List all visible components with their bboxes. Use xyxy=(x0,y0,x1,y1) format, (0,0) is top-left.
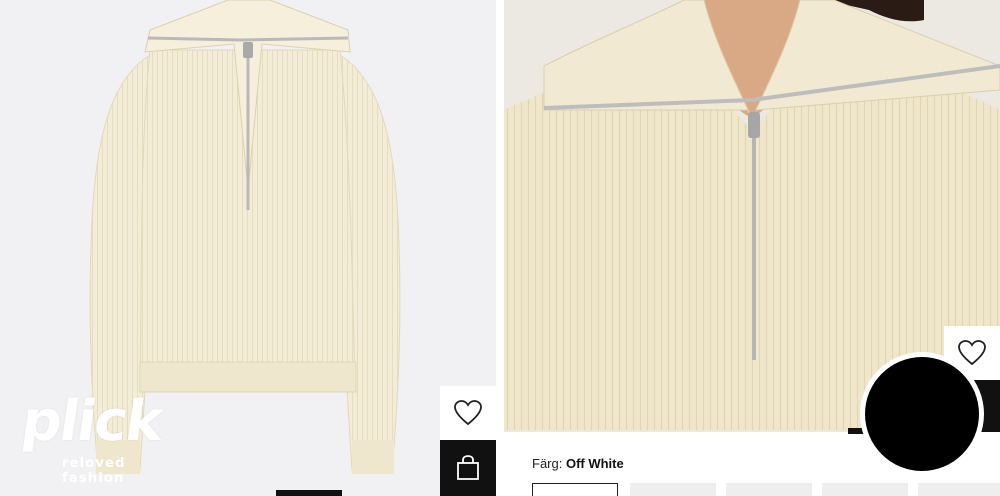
color-value: Off White xyxy=(565,456,624,471)
avatar[interactable] xyxy=(860,352,984,476)
thumbnail-indicator xyxy=(276,490,342,496)
panel-divider xyxy=(496,0,504,496)
color-swatch[interactable] xyxy=(822,483,908,496)
color-swatch[interactable] xyxy=(726,483,812,496)
wishlist-button-left[interactable] xyxy=(440,386,496,440)
plick-logo-word: plick xyxy=(17,389,166,454)
plick-logo: plick reloved fashion xyxy=(18,389,192,486)
avatar-image xyxy=(865,357,979,471)
color-swatch[interactable] xyxy=(630,483,716,496)
product-image-front[interactable]: plick reloved fashion xyxy=(0,0,496,496)
heart-icon xyxy=(958,340,986,366)
color-swatch[interactable] xyxy=(918,483,1000,496)
plick-tagline: reloved fashion xyxy=(62,456,126,486)
color-swatch-selected[interactable] xyxy=(532,483,618,496)
shopping-bag-icon xyxy=(457,455,479,480)
color-label-prefix: Färg: xyxy=(532,456,563,471)
color-label: Färg: Off White xyxy=(532,456,624,471)
heart-icon xyxy=(454,400,482,426)
add-to-bag-button-left[interactable] xyxy=(440,440,496,496)
